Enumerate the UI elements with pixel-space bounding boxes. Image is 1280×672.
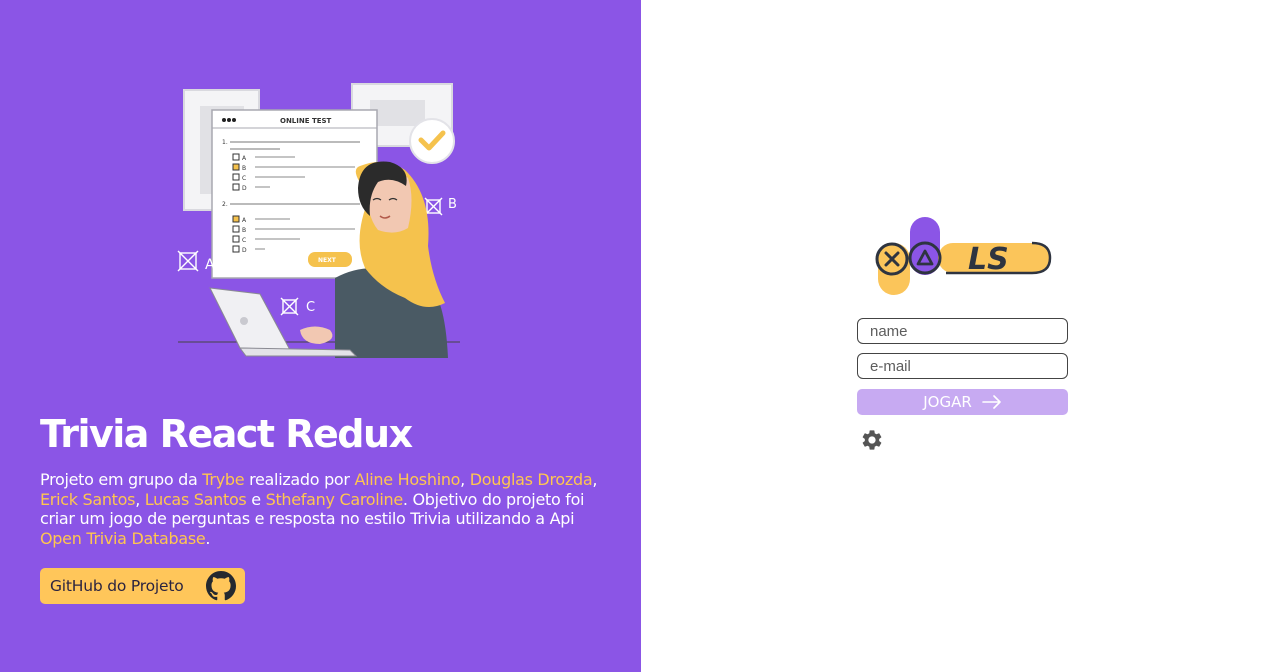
link-erick-santos[interactable]: Erick Santos: [40, 490, 135, 509]
project-description: Projeto em grupo da Trybe realizado por …: [40, 470, 598, 548]
svg-text:ONLINE TEST: ONLINE TEST: [280, 117, 332, 125]
github-icon: [206, 571, 236, 601]
svg-text:2.: 2.: [222, 201, 228, 208]
svg-text:NEXT: NEXT: [318, 257, 337, 264]
svg-text:1.: 1.: [222, 139, 228, 146]
link-open-trivia-database[interactable]: Open Trivia Database: [40, 529, 206, 548]
online-test-illustration: ONLINE TEST 1. A B C D 2. A B C D NEXT A…: [177, 83, 460, 358]
link-trybe[interactable]: Trybe: [202, 470, 244, 489]
svg-text:A: A: [205, 257, 215, 273]
svg-text:C: C: [242, 237, 246, 244]
svg-text:B: B: [242, 227, 246, 234]
gear-icon[interactable]: [860, 428, 884, 452]
play-button[interactable]: JOGAR: [857, 389, 1068, 415]
github-button-label: GitHub do Projeto: [50, 577, 184, 595]
trivia-logo: LS: [875, 217, 1052, 295]
play-button-label: JOGAR: [923, 393, 972, 411]
link-lucas-santos[interactable]: Lucas Santos: [145, 490, 247, 509]
page-title: Trivia React Redux: [40, 412, 413, 456]
svg-text:B: B: [448, 197, 457, 212]
link-sthefany-caroline[interactable]: Sthefany Caroline: [266, 490, 404, 509]
svg-text:B: B: [242, 165, 246, 172]
arrow-right-icon: [981, 395, 1001, 409]
link-aline-hoshino[interactable]: Aline Hoshino: [354, 470, 460, 489]
github-project-button[interactable]: GitHub do Projeto: [40, 568, 245, 604]
link-douglas-drozda[interactable]: Douglas Drozda: [470, 470, 593, 489]
svg-text:D: D: [242, 185, 247, 192]
email-input[interactable]: [857, 353, 1068, 379]
svg-text:C: C: [242, 175, 246, 182]
name-input[interactable]: [857, 318, 1068, 344]
svg-text:C: C: [306, 300, 315, 315]
svg-text:D: D: [242, 247, 247, 254]
intro-panel: ONLINE TEST 1. A B C D 2. A B C D NEXT A…: [0, 0, 641, 672]
